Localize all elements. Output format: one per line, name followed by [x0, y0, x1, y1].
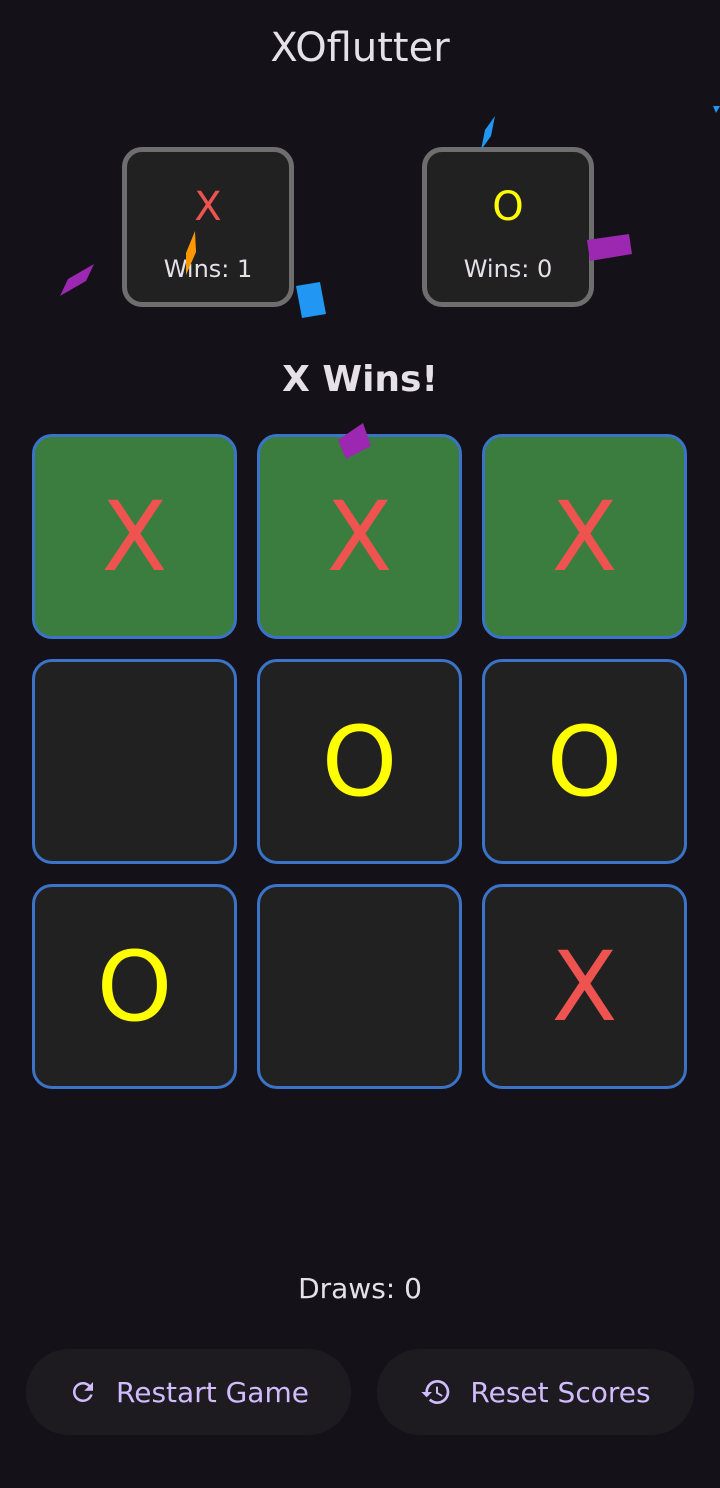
- board-cell-1[interactable]: X: [32, 434, 237, 639]
- draws-counter: Draws: 0: [298, 1272, 422, 1305]
- board-cell-8[interactable]: [257, 884, 462, 1089]
- player-x-symbol: X: [194, 184, 222, 230]
- confetti-piece: [481, 116, 495, 150]
- player-o-symbol: O: [492, 184, 524, 230]
- history-icon: [420, 1376, 452, 1408]
- game-board: X X X O O O X: [32, 434, 688, 1090]
- board-cell-5[interactable]: O: [257, 659, 462, 864]
- board-cell-7[interactable]: O: [32, 884, 237, 1089]
- reset-scores-button[interactable]: Reset Scores: [377, 1349, 694, 1435]
- game-status: X Wins!: [282, 359, 438, 400]
- confetti-piece: [713, 106, 720, 113]
- refresh-icon: [68, 1377, 98, 1407]
- reset-scores-label: Reset Scores: [470, 1375, 651, 1409]
- game-screen: XOflutter X Wins: 1 O Wins: 0 X Wins! X …: [0, 0, 720, 1488]
- board-cell-4[interactable]: [32, 659, 237, 864]
- player-x-wins: Wins: 1: [163, 255, 253, 283]
- confetti-piece: [296, 282, 326, 318]
- board-cell-9[interactable]: X: [482, 884, 687, 1089]
- app-title: XOflutter: [270, 25, 450, 71]
- restart-game-label: Restart Game: [116, 1375, 309, 1409]
- player-x-score-card: X Wins: 1: [122, 147, 294, 307]
- board-cell-6[interactable]: O: [482, 659, 687, 864]
- board-cell-3[interactable]: X: [482, 434, 687, 639]
- player-o-wins: Wins: 0: [463, 255, 553, 283]
- board-cell-2[interactable]: X: [257, 434, 462, 639]
- confetti-piece: [60, 264, 94, 296]
- restart-game-button[interactable]: Restart Game: [26, 1349, 351, 1435]
- player-o-score-card: O Wins: 0: [422, 147, 594, 307]
